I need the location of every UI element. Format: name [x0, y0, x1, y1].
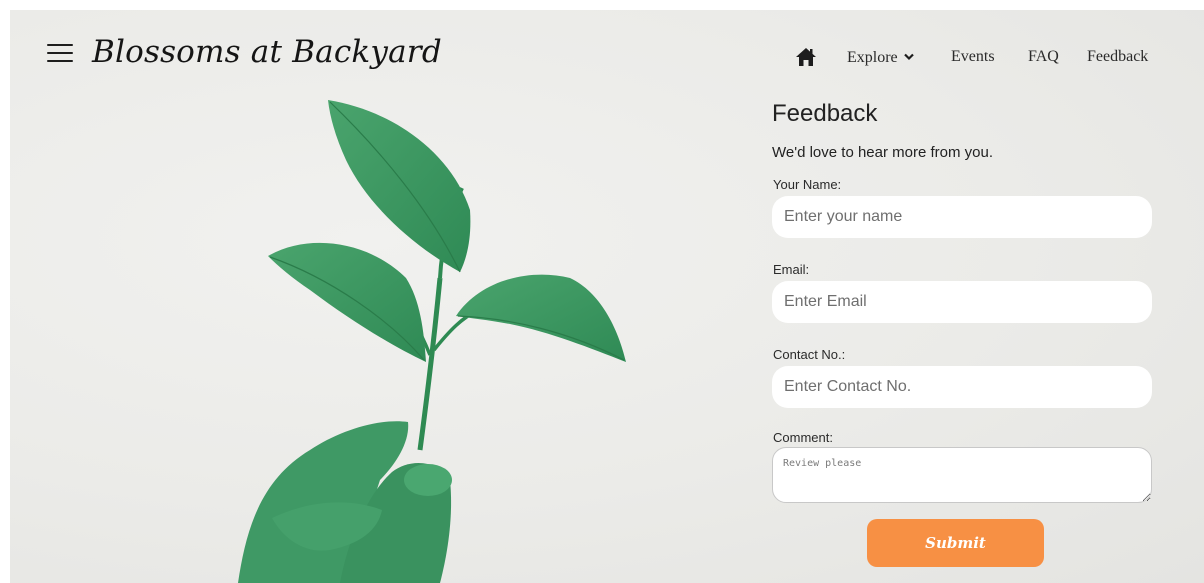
nav-feedback[interactable]: Feedback — [1087, 48, 1148, 66]
comment-label: Comment: — [773, 430, 833, 445]
main-nav: Explore Events FAQ Feedback — [10, 48, 1204, 72]
submit-button[interactable]: Submit — [867, 519, 1044, 567]
plant-image — [238, 100, 626, 583]
home-icon[interactable] — [795, 47, 817, 67]
contact-input[interactable] — [772, 366, 1152, 408]
nav-events[interactable]: Events — [951, 48, 995, 66]
nav-explore-label: Explore — [847, 49, 898, 66]
nav-faq[interactable]: FAQ — [1028, 48, 1059, 66]
contact-label: Contact No.: — [773, 347, 846, 362]
nav-explore[interactable]: Explore — [847, 48, 914, 67]
form-title: Feedback — [772, 100, 878, 127]
comment-textarea[interactable] — [772, 447, 1152, 503]
name-input[interactable] — [772, 196, 1152, 238]
page-stage: Blossoms at Backyard Explore Events FAQ … — [10, 10, 1204, 583]
name-label: Your Name: — [773, 177, 842, 192]
email-label: Email: — [773, 262, 810, 277]
form-subtitle: We'd love to hear more from you. — [772, 144, 994, 161]
email-input[interactable] — [772, 281, 1152, 323]
chevron-down-icon — [903, 48, 914, 66]
